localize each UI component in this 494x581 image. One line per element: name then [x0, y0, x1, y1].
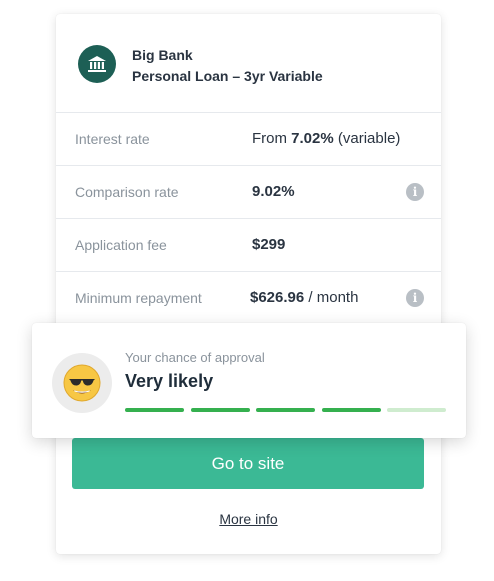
detail-label: Interest rate — [75, 131, 150, 147]
sunglasses-face-icon — [52, 353, 112, 413]
detail-row-minimum-repayment: Minimum repayment $626.96 / month i — [56, 272, 441, 324]
loan-product-name: Personal Loan – 3yr Variable — [132, 68, 323, 84]
loan-card: Big Bank Personal Loan – 3yr Variable In… — [56, 14, 441, 554]
detail-value: From 7.02% (variable) — [252, 130, 401, 147]
approval-label: Your chance of approval — [125, 350, 265, 365]
approval-value: Very likely — [125, 371, 214, 391]
approval-meter-segment — [387, 408, 446, 412]
go-to-site-button[interactable]: Go to site — [72, 438, 424, 489]
approval-meter-segment — [190, 408, 250, 412]
approval-meter-segment — [125, 408, 184, 412]
detail-label: Application fee — [75, 237, 167, 253]
more-info-link[interactable]: More info — [56, 511, 441, 527]
detail-value: $299 — [252, 236, 286, 253]
detail-value: $626.96 / month — [250, 289, 359, 306]
bank-building-icon — [78, 45, 116, 83]
detail-label: Minimum repayment — [75, 290, 202, 306]
detail-label: Comparison rate — [75, 184, 179, 200]
bank-name: Big Bank — [132, 47, 193, 63]
info-icon[interactable]: i — [406, 183, 424, 201]
info-icon[interactable]: i — [406, 289, 424, 307]
approval-chance-panel: Your chance of approval Very likely — [32, 323, 466, 438]
loan-header: Big Bank Personal Loan – 3yr Variable — [56, 14, 441, 113]
detail-row-interest-rate: Interest rate From 7.02% (variable) — [56, 113, 441, 166]
detail-value: 9.02% — [252, 183, 295, 200]
approval-meter-segment — [256, 408, 315, 412]
approval-meter-segment — [321, 408, 381, 412]
detail-row-application-fee: Application fee $299 — [56, 219, 441, 272]
detail-row-comparison-rate: Comparison rate 9.02% i — [56, 166, 441, 219]
